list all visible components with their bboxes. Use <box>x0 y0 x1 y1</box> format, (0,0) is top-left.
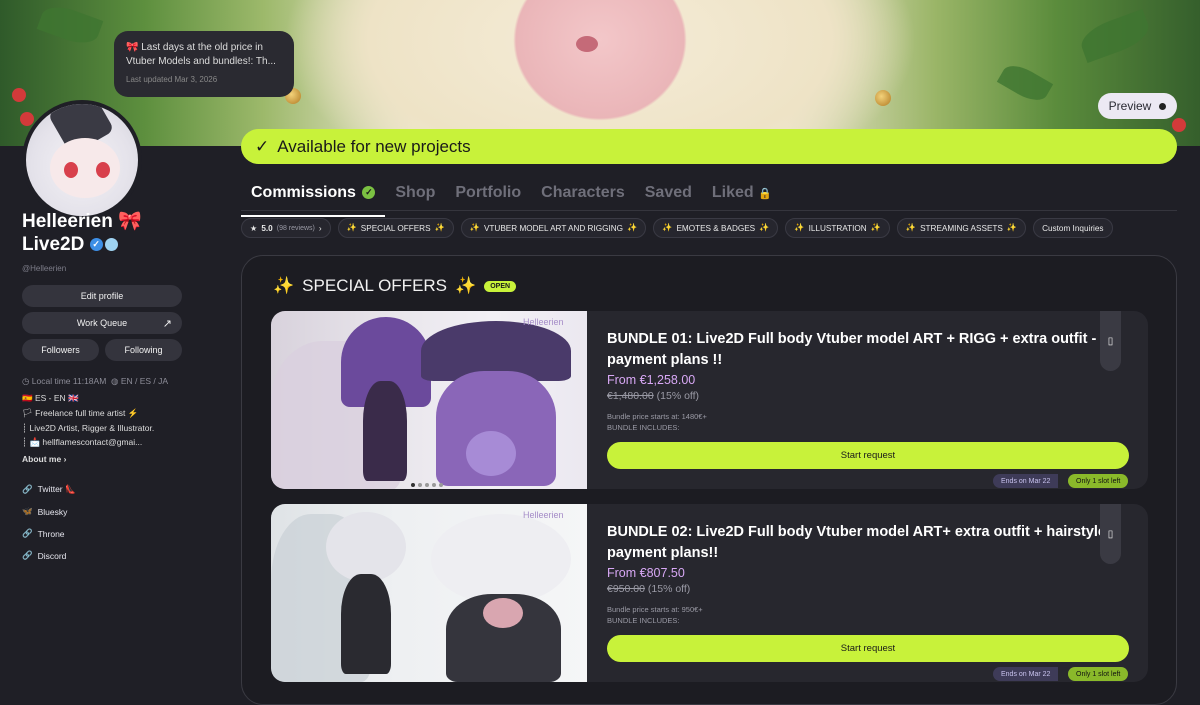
sparkle-icon: ✨ <box>627 223 638 232</box>
slots-badge: Only 1 slot left <box>1068 667 1129 681</box>
chip-streaming-assets[interactable]: ✨ STREAMING ASSETS ✨ <box>896 218 1027 238</box>
commission-card[interactable]: Helleerien BUNDLE 02: Live2D Full body V… <box>271 504 1148 682</box>
tab-saved[interactable]: Saved <box>645 184 692 202</box>
sparkle-icon: ✨ <box>870 223 881 232</box>
category-chips: ★ 5.0 (98 reviews) › ✨ SPECIAL OFFERS ✨ ✨ V… <box>241 218 1113 238</box>
card-note-2: BUNDLE INCLUDES: <box>607 423 680 432</box>
chip-emotes-badges[interactable]: ✨ EMOTES & BADGES ✨ <box>653 218 779 238</box>
card-title[interactable]: BUNDLE 01: Live2D Full body Vtuber model… <box>607 329 1127 371</box>
followers-button[interactable]: Followers <box>22 339 99 361</box>
sparkle-icon: ✨ <box>662 223 673 232</box>
bio-line-4: ┊ 📩 hellflamescontact@gmai... <box>22 437 143 447</box>
status-tooltip[interactable]: 🎀 Last days at the old price in Vtuber M… <box>114 31 294 97</box>
lock-icon: 🔒 <box>758 188 772 200</box>
status-updated: Last updated Mar 3, 2026 <box>126 75 218 84</box>
globe-icon: ◍ <box>111 376 119 386</box>
ends-badge: Ends on Mar 22 <box>993 474 1059 488</box>
external-arrow-icon: ↗ <box>162 317 172 330</box>
badge-icon <box>104 238 118 252</box>
ends-badge: Ends on Mar 22 <box>993 667 1059 681</box>
card-watermark: Helleerien <box>523 317 564 327</box>
bio-line-3: ┊ Live2D Artist, Rigger & Illustrator. <box>22 423 155 433</box>
work-queue-button[interactable]: Work Queue ↗ <box>22 312 182 334</box>
sparkle-icon: ✨ <box>1006 223 1018 232</box>
following-button[interactable]: Following <box>105 339 182 361</box>
chip-custom-inquiries[interactable]: Custom Inquiries <box>1033 218 1113 238</box>
card-price: From €1,258.00 <box>607 373 696 387</box>
card-price: From €807.50 <box>607 566 685 580</box>
bookmark-icon[interactable]: ▯ <box>1100 504 1121 564</box>
carousel-dots[interactable] <box>411 483 443 487</box>
locale-info: ◷ Local time 11:18AM ◍ EN / ES / JA <box>22 376 169 386</box>
availability-banner: ✓ Available for new projects <box>241 129 1177 164</box>
sparkle-icon: ✨ <box>905 223 917 232</box>
butterfly-icon: 🦋 <box>22 506 33 516</box>
sparkle-icon: ✨ <box>759 223 770 232</box>
section-header: ✨ SPECIAL OFFERS ✨ OPEN <box>273 276 517 296</box>
card-watermark: Helleerien <box>523 510 564 520</box>
tab-divider <box>241 210 1177 211</box>
chip-illustration[interactable]: ✨ ILLUSTRATION ✨ <box>785 218 890 238</box>
card-thumbnail[interactable]: Helleerien <box>271 504 587 682</box>
commission-card[interactable]: Helleerien BUNDLE 01: Live2D Full body V… <box>271 311 1148 489</box>
card-thumbnail[interactable]: Helleerien <box>271 311 587 489</box>
status-badge: OPEN <box>484 280 517 292</box>
link-icon: 🔗 <box>22 550 33 560</box>
work-queue-label: Work Queue <box>76 318 128 328</box>
sparkle-icon: ✨ <box>434 223 445 232</box>
clock-icon: ◷ <box>22 376 30 386</box>
card-note-1: Bundle price starts at: 950€+ <box>607 605 703 614</box>
card-note-2: BUNDLE INCLUDES: <box>607 616 680 625</box>
about-me-link[interactable]: About me › <box>22 454 66 464</box>
availability-text: Available for new projects <box>277 136 471 156</box>
tab-shop[interactable]: Shop <box>395 184 435 202</box>
check-icon: ✓ <box>255 136 270 156</box>
profile-name: Helleerien 🎀 Live2D ✓ <box>22 211 142 255</box>
verified-check-icon: ✓ <box>362 186 376 200</box>
social-throne[interactable]: 🔗 Throne <box>22 528 65 539</box>
tab-characters[interactable]: Characters <box>541 184 625 202</box>
section-title: SPECIAL OFFERS <box>302 276 448 295</box>
bookmark-icon[interactable]: ▯ <box>1100 311 1121 371</box>
social-discord[interactable]: 🔗 Discord <box>22 550 66 561</box>
avatar[interactable] <box>22 100 142 220</box>
link-icon: 🔗 <box>22 528 33 538</box>
chip-special-offers[interactable]: ✨ SPECIAL OFFERS ✨ <box>337 218 454 238</box>
edit-profile-button[interactable]: Edit profile <box>22 285 182 307</box>
status-text: 🎀 Last days at the old price in Vtuber M… <box>126 42 276 67</box>
start-request-button[interactable]: Start request <box>607 635 1129 662</box>
link-icon: 🔗 <box>22 484 33 494</box>
slots-badge: Only 1 slot left <box>1068 474 1129 488</box>
card-title[interactable]: BUNDLE 02: Live2D Full body Vtuber model… <box>607 522 1127 564</box>
card-old-price: €950.00 (15% off) <box>607 583 691 595</box>
preview-label: Preview <box>1108 99 1152 113</box>
tab-portfolio[interactable]: Portfolio <box>455 184 521 202</box>
sparkle-icon: ✨ <box>469 223 480 232</box>
start-request-button[interactable]: Start request <box>607 442 1129 469</box>
chevron-right-icon: › <box>318 223 322 233</box>
bio-line-2: 🏳 Freelance full time artist ⚡ <box>22 408 139 418</box>
card-old-price: €1,480.00 (15% off) <box>607 390 700 402</box>
rating-chip[interactable]: ★ 5.0 (98 reviews) › <box>241 218 331 238</box>
preview-button[interactable]: Preview <box>1098 93 1177 119</box>
sparkle-icon: ✨ <box>273 276 295 295</box>
verified-icon: ✓ <box>89 238 103 252</box>
sparkle-icon: ✨ <box>794 223 805 232</box>
sparkle-icon: ✨ <box>455 276 477 295</box>
tab-liked[interactable]: Liked 🔒 <box>712 184 772 202</box>
social-twitter[interactable]: 🔗 Twitter 👠 <box>22 484 76 495</box>
card-note-1: Bundle price starts at: 1480€+ <box>607 412 707 421</box>
tab-commissions[interactable]: Commissions ✓ <box>240 184 386 217</box>
record-icon <box>1159 102 1167 110</box>
social-bluesky[interactable]: 🦋 Bluesky <box>22 506 67 517</box>
star-icon: ★ <box>250 224 258 233</box>
profile-handle: @Helleerien <box>22 264 67 273</box>
chip-vtuber-model[interactable]: ✨ VTUBER MODEL ART AND RIGGING ✨ <box>460 218 647 238</box>
profile-tabs: Commissions ✓ Shop Portfolio Characters … <box>240 184 772 217</box>
bio-line-1: 🇪🇸 ES - EN 🇬🇧 <box>22 393 79 403</box>
sparkle-icon: ✨ <box>346 223 357 232</box>
